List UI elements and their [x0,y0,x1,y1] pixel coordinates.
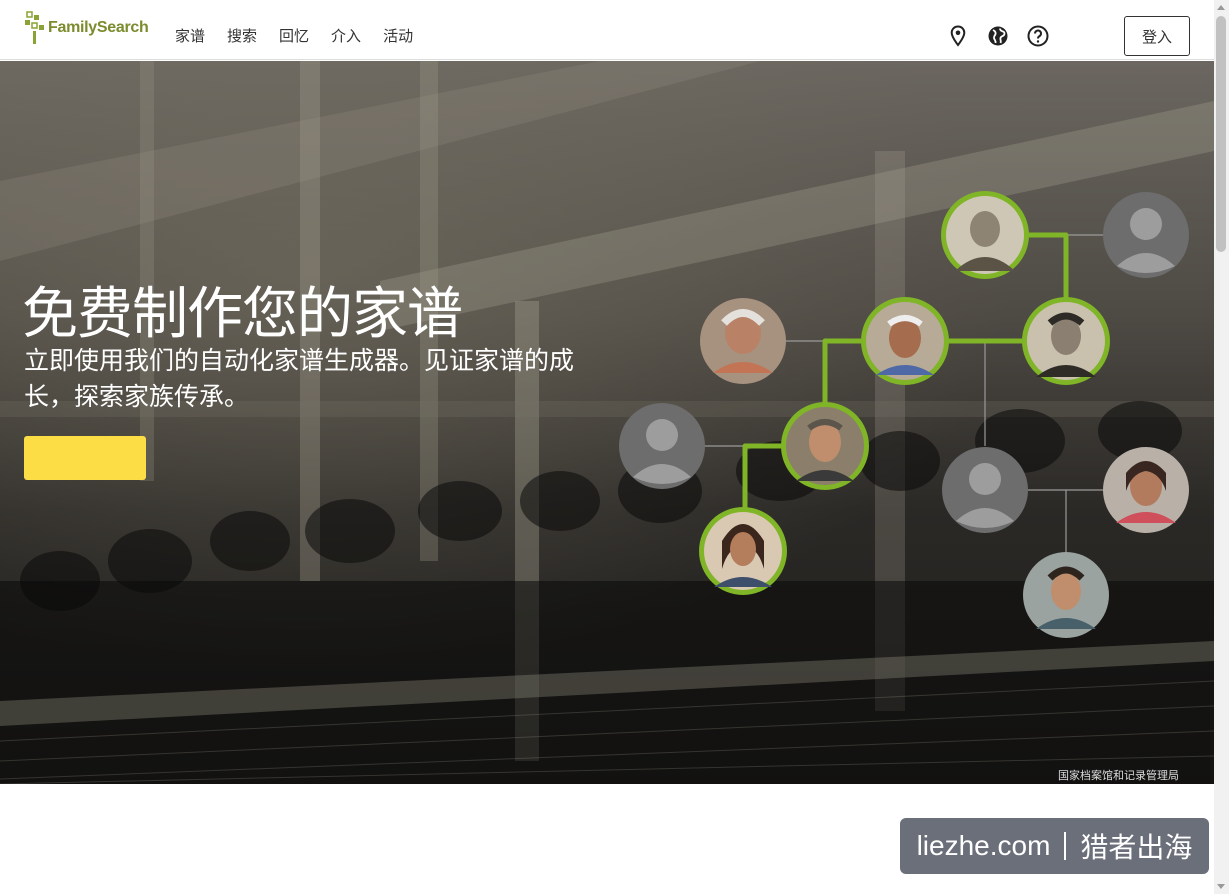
portrait-middle-aged-man [781,402,869,490]
placeholder-avatar-center-right [942,447,1028,533]
logo-text: FamilySearch [48,19,149,36]
main-nav: 家谱 搜索 回忆 介入 活动 [175,26,435,46]
tree-logo-icon [25,11,44,44]
nav-get-involved[interactable]: 介入 [331,26,361,46]
portrait-young-woman [699,507,787,595]
top-header: FamilySearch 家谱 搜索 回忆 介入 活动 登入 [0,0,1214,60]
photo-credit: 国家档案馆和记录管理局 [1058,769,1179,782]
watermark-banner: liezhe.com 猎者出海 [900,818,1209,874]
portrait-woman-vintage [941,191,1029,279]
placeholder-avatar-left [619,403,705,489]
scroll-down-arrow-icon[interactable] [1217,884,1225,889]
watermark-divider [1064,832,1067,860]
nav-memories[interactable]: 回忆 [279,26,309,46]
familysearch-logo[interactable]: FamilySearch [24,11,149,45]
login-button[interactable]: 登入 [1124,16,1190,56]
scroll-up-arrow-icon[interactable] [1217,5,1225,10]
portrait-woman-right [1103,447,1189,533]
family-tree-illustration [619,191,1189,638]
location-pin-icon[interactable] [946,24,970,48]
portrait-elderly-woman [700,298,786,384]
portrait-elderly-man [861,297,949,385]
portrait-man-vintage [1022,297,1110,385]
help-icon[interactable] [1026,24,1050,48]
nav-activities[interactable]: 活动 [383,26,413,46]
nav-search[interactable]: 搜索 [227,26,257,46]
portrait-young-man [1023,552,1109,638]
nav-family-tree[interactable]: 家谱 [175,26,205,46]
watermark-brand: 猎者出海 [1080,832,1193,863]
placeholder-avatar-top-right [1103,192,1189,278]
globe-icon[interactable] [986,24,1010,48]
watermark-domain: liezhe.com [916,830,1051,861]
page-scrollbar[interactable] [1214,0,1229,894]
scroll-thumb[interactable] [1216,16,1226,252]
header-icons [946,24,1066,48]
hero-section: 免费制作您的家谱 立即使用我们的自动化家谱生成器。见证家谱的成长，探索家族传承。 [0,61,1214,784]
